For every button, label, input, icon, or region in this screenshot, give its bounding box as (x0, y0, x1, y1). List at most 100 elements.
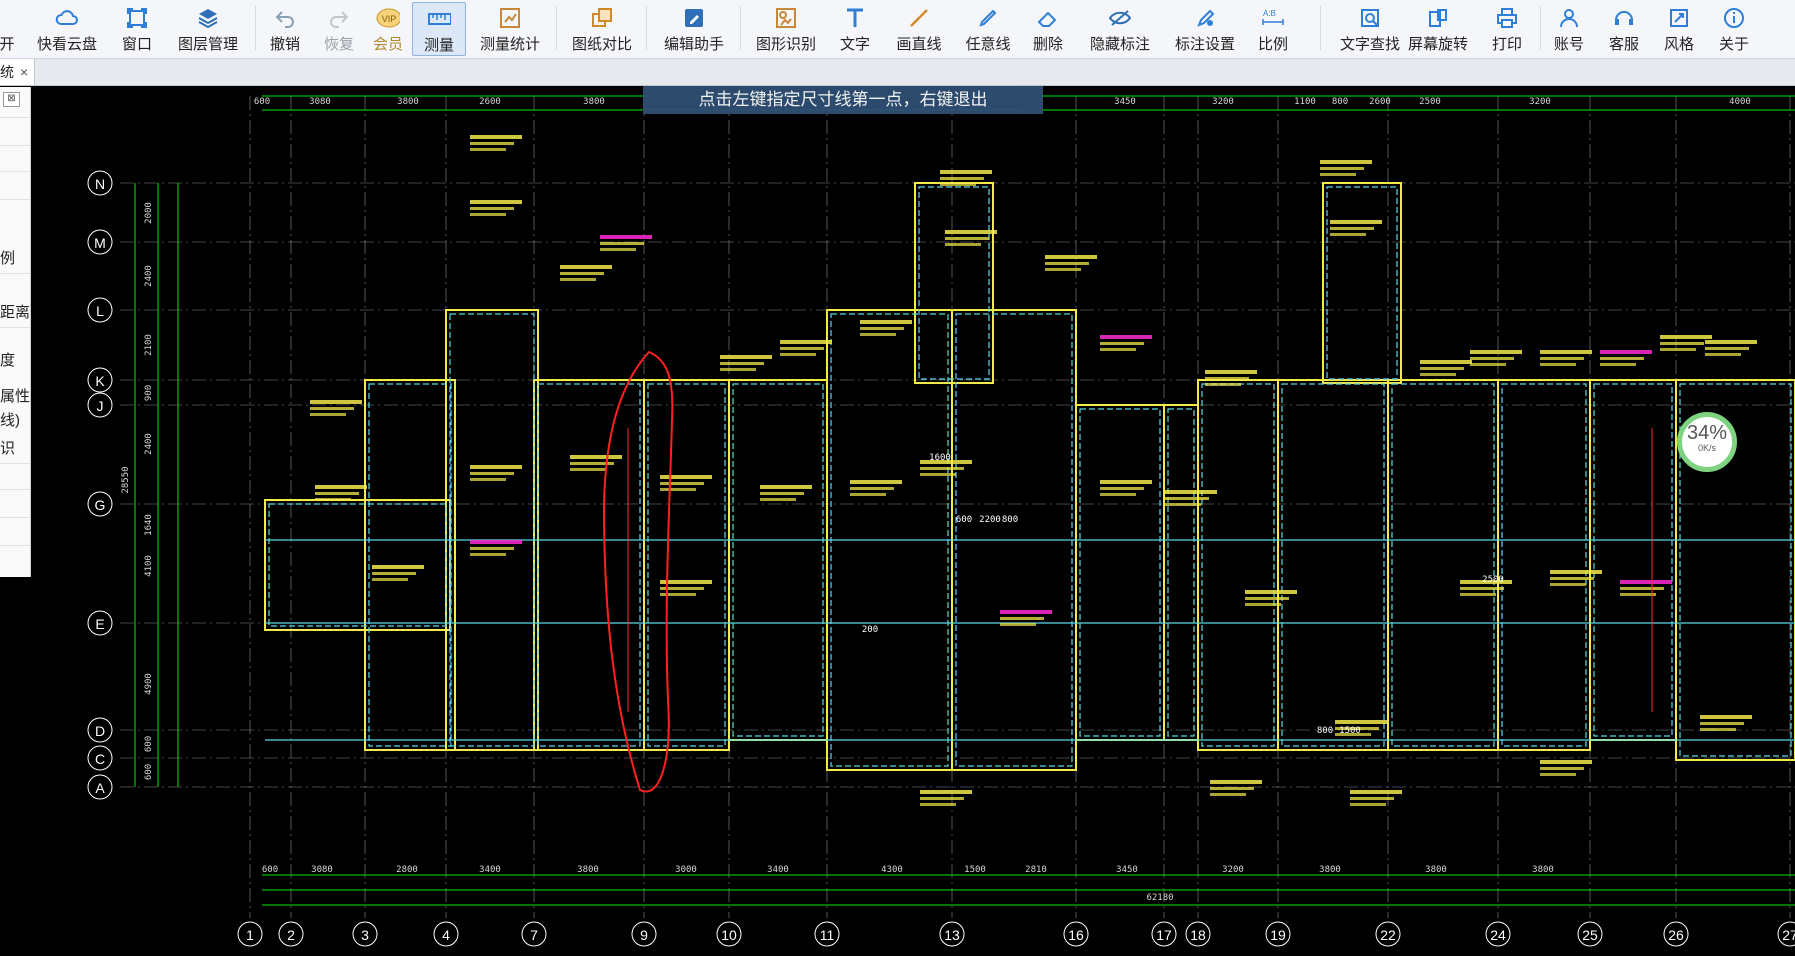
rotate-screen-button[interactable]: 屏幕旋转 (1406, 2, 1470, 54)
hide-eye-icon (1108, 6, 1132, 30)
rebar-note (1460, 587, 1504, 590)
toolbar-separator (740, 6, 741, 50)
rebar-note (1165, 503, 1201, 506)
print-button[interactable]: 打印 (1490, 2, 1524, 54)
text-search-icon (1358, 6, 1382, 30)
room-dimension-text: 2500 (1482, 575, 1504, 585)
rebar-note (315, 485, 367, 489)
draw-line-button[interactable]: 画直线 (894, 2, 944, 54)
left-dimension-text: 2000 (144, 202, 154, 224)
rebar-note (1420, 367, 1464, 370)
wall-outline (1281, 383, 1385, 747)
bottom-dimension-text: 3400 (767, 865, 789, 875)
bottom-dimension-text: 2800 (396, 865, 418, 875)
edit-assistant-button[interactable]: 编辑助手 (662, 2, 726, 54)
beam-outline (1163, 404, 1199, 741)
rebar-note (1470, 357, 1514, 360)
top-dimension-text: 3200 (1529, 97, 1551, 107)
rebar-note (570, 455, 622, 459)
customer-service-button[interactable]: 客服 (1607, 2, 1641, 54)
room-dimension-text: 2200 (979, 515, 1001, 525)
text-button[interactable]: 文字 (838, 2, 872, 54)
rebar-note (1550, 583, 1586, 586)
axis-bubble-label: D (95, 723, 105, 739)
wall-outline (1391, 383, 1495, 747)
bottom-dimension-text: 3450 (1116, 865, 1138, 875)
delete-button[interactable]: 删除 (1031, 2, 1065, 54)
customer-service-label: 客服 (1608, 36, 1639, 53)
network-speed-widget[interactable]: 34% 0K/s (1677, 412, 1737, 472)
wall-outline (1079, 408, 1161, 737)
room-dimension-text: 200 (862, 625, 878, 635)
redo-button[interactable]: 恢复 (322, 2, 356, 54)
rebar-note (310, 400, 362, 404)
measure-stats-button[interactable]: 测量统计 (477, 2, 543, 54)
style-button[interactable]: 风格 (1662, 2, 1696, 54)
about-label: 关于 (1718, 36, 1749, 53)
close-tab-icon[interactable]: × (20, 59, 28, 85)
rebar-note (660, 488, 696, 491)
rebar-note (560, 278, 596, 281)
rebar-note (945, 230, 997, 234)
rebar-note (570, 468, 606, 471)
axis-bubble-label: 18 (1190, 927, 1206, 943)
rebar-note (1600, 357, 1644, 360)
measure-stats-label: 测量统计 (479, 36, 540, 53)
toolbar-separator (1320, 6, 1321, 50)
shape-recognition-label: 图形识别 (755, 36, 816, 53)
beam-outline (1589, 379, 1677, 741)
toolbar-separator (1540, 6, 1541, 50)
about-button[interactable]: 关于 (1717, 2, 1751, 54)
annotation-settings-button[interactable]: 标注设置 (1172, 2, 1238, 54)
layer-manager-label: 图层管理 (177, 36, 238, 53)
top-dimension-text: 3450 (1114, 97, 1136, 107)
axis-bubble-label: E (95, 616, 104, 632)
freehand-button[interactable]: 任意线 (963, 2, 1013, 54)
window-label: 窗口 (121, 36, 152, 53)
rebar-note (470, 472, 514, 475)
top-dimension-text: 2500 (1419, 97, 1441, 107)
rebar-note (1470, 350, 1522, 354)
left-dimension-text: 2400 (144, 265, 154, 287)
rebar-note (1350, 790, 1402, 794)
vip-button[interactable]: VIP 会员 (372, 2, 404, 54)
rebar-note (1245, 603, 1281, 606)
measure-button[interactable]: 测量 (412, 2, 466, 56)
undo-icon (273, 6, 297, 30)
rebar-note (1620, 593, 1656, 596)
layers-icon (196, 6, 220, 30)
open-button[interactable]: 开 (0, 2, 15, 54)
account-button[interactable]: 账号 (1552, 2, 1586, 54)
rebar-note (1540, 767, 1584, 770)
layer-manager-button[interactable]: 图层管理 (176, 2, 240, 54)
cloud-drive-button[interactable]: 快看云盘 (34, 2, 100, 54)
top-dimension-text: 3080 (309, 97, 331, 107)
rebar-note (860, 320, 912, 324)
top-dimension-text: 3800 (397, 97, 419, 107)
main-toolbar: 开 快看云盘 窗口 图层管理 撤销 恢复 VIP 会员 测量 测量统计 图纸对比 … (0, 0, 1795, 59)
axis-bubble-label: G (95, 497, 106, 513)
rebar-note (1600, 363, 1636, 366)
command-hint-banner: 点击左键指定尺寸线第一点，右键退出 (643, 86, 1043, 114)
hide-annotation-button[interactable]: 隐藏标注 (1087, 2, 1153, 54)
text-search-button[interactable]: 文字查找 (1338, 2, 1402, 54)
shape-recognition-button[interactable]: 图形识别 (754, 2, 818, 54)
beam-outline (1322, 182, 1402, 384)
wall-outline (1501, 383, 1587, 747)
redo-icon (327, 6, 351, 30)
rebar-note (1100, 335, 1152, 339)
drawing-compare-button[interactable]: 图纸对比 (570, 2, 634, 54)
rebar-note (940, 170, 992, 174)
annotation-text-layer (310, 135, 1757, 806)
top-dimension-text: 3200 (1212, 97, 1234, 107)
left-dimension-text: 900 (144, 385, 154, 401)
scale-button[interactable]: A:B 比例 (1256, 2, 1290, 54)
redo-label: 恢复 (323, 36, 354, 53)
document-tab[interactable]: 统 × (0, 59, 35, 85)
undo-button[interactable]: 撤销 (268, 2, 302, 54)
drawing-canvas[interactable]: 600 3080 3800 2600 3800 3450 3200 1100 800 2600 25… (0, 86, 1795, 956)
rebar-note (372, 565, 424, 569)
window-button[interactable]: 窗口 (118, 2, 156, 54)
edit-assistant-label: 编辑助手 (663, 36, 724, 53)
beam-outline (1197, 379, 1279, 751)
